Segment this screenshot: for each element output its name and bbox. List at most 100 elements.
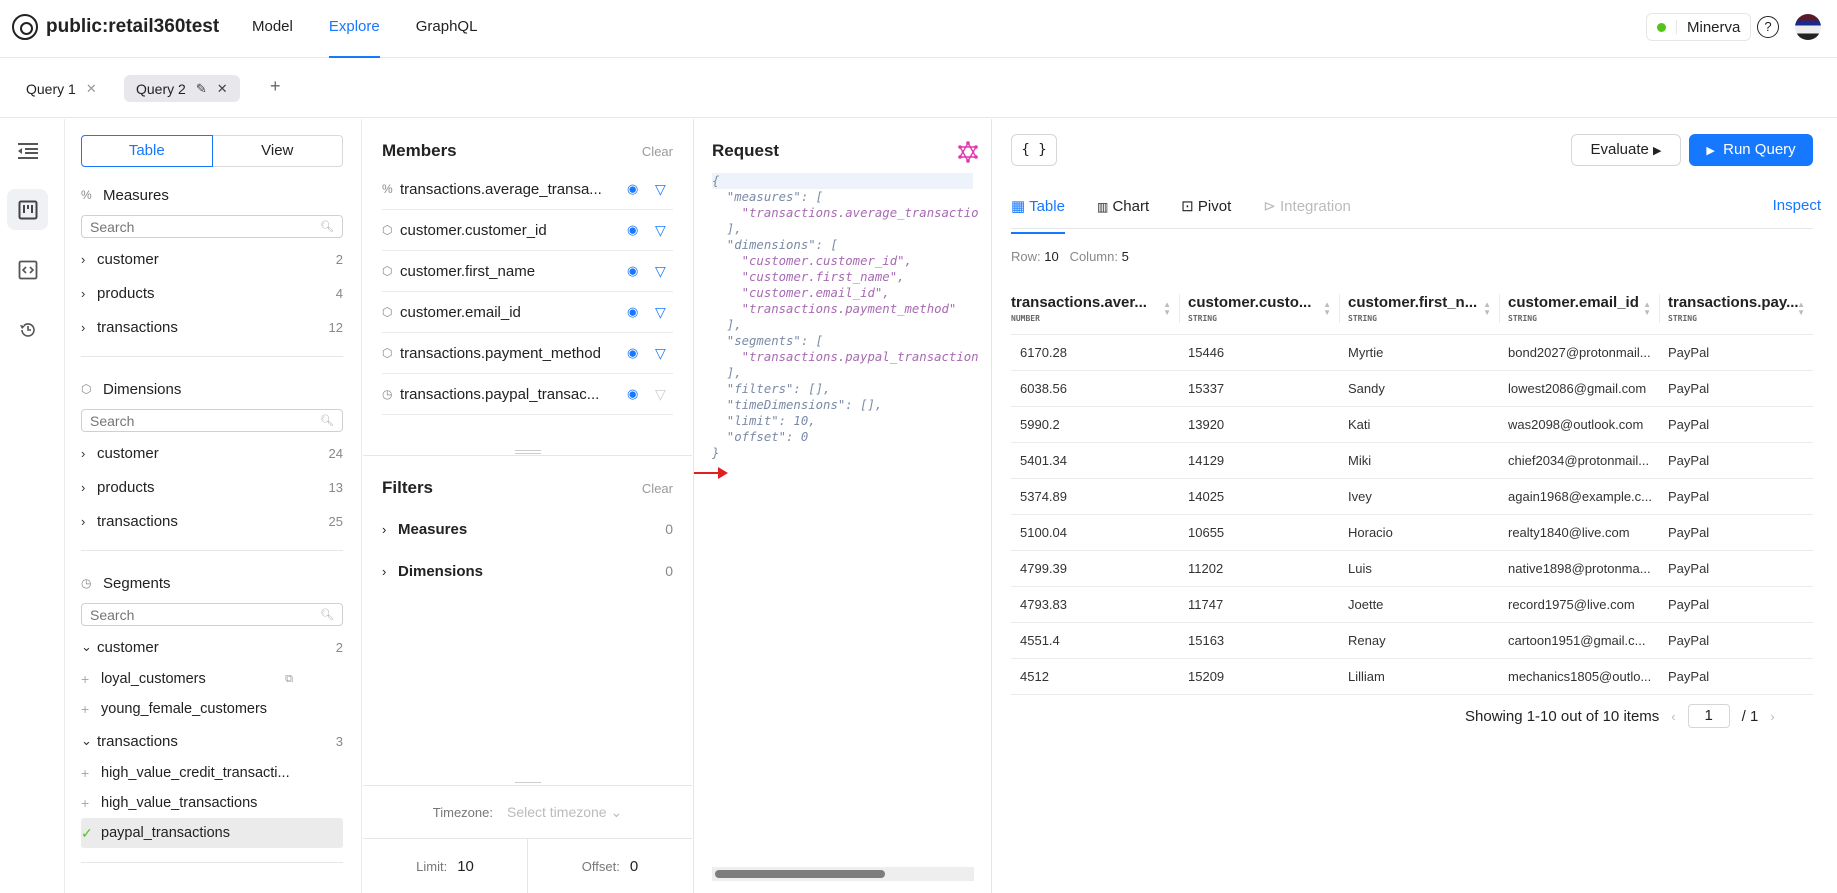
deployment-status[interactable]: Minerva: [1646, 13, 1752, 41]
help-icon[interactable]: ?: [1757, 16, 1779, 38]
page-input[interactable]: 1: [1687, 704, 1730, 728]
horizontal-scrollbar[interactable]: [712, 867, 974, 881]
measure-group-customer[interactable]: › customer 2: [81, 242, 343, 276]
add-tab-button[interactable]: +: [270, 76, 281, 97]
filter-icon[interactable]: ▽: [655, 304, 673, 321]
sort-icon[interactable]: ▲ ▼: [1483, 301, 1491, 317]
limit-field[interactable]: Limit: 10: [363, 839, 528, 893]
tab-table[interactable]: ▦ Table: [1011, 191, 1065, 234]
limit-value[interactable]: 10: [457, 858, 474, 875]
column-header[interactable]: transactions.aver... NUMBER ▲ ▼: [1011, 284, 1179, 335]
eye-icon[interactable]: ◉: [627, 263, 655, 279]
filter-measures-row[interactable]: › Measures 0: [382, 508, 673, 550]
segment-item-selected[interactable]: ✓ paypal_transactions: [81, 818, 343, 848]
members-clear-button[interactable]: Clear: [642, 144, 673, 159]
nav-model[interactable]: Model: [252, 0, 293, 58]
history-icon[interactable]: [7, 309, 48, 350]
segment-group-customer[interactable]: ⌄ customer 2: [81, 630, 343, 664]
scrollbar-thumb[interactable]: [715, 870, 885, 878]
query-tab-2[interactable]: Query 2 ✎ ✕: [124, 75, 240, 102]
timezone-select[interactable]: Select timezone ⌄: [507, 804, 622, 821]
dimension-group-transactions[interactable]: › transactions 25: [81, 504, 343, 538]
filter-icon[interactable]: ▽: [655, 181, 673, 198]
member-row[interactable]: ⬡ customer.customer_id ◉ ▽: [382, 210, 673, 251]
filter-dimensions-row[interactable]: › Dimensions 0: [382, 550, 673, 592]
filter-icon[interactable]: ▽: [655, 222, 673, 239]
toggle-view[interactable]: View: [212, 135, 343, 167]
column-type: STRING: [1668, 314, 1697, 324]
table-row[interactable]: 5100.04 10655 Horacio realty1840@live.com Pa…: [1011, 514, 1813, 551]
column-header[interactable]: customer.email_id STRING ▲ ▼: [1499, 284, 1659, 335]
sort-icon[interactable]: ▲ ▼: [1797, 301, 1805, 317]
segments-search-input[interactable]: [90, 606, 290, 623]
column-header[interactable]: transactions.pay... STRING ▲ ▼: [1659, 284, 1813, 335]
resize-handle[interactable]: [515, 450, 541, 454]
nav-explore[interactable]: Explore: [328, 0, 380, 58]
dimension-group-customer[interactable]: › customer 24: [81, 436, 343, 470]
eye-icon[interactable]: ◉: [627, 345, 655, 361]
table-row[interactable]: 4551.4 15163 Renay cartoon1951@gmail.c... Pa…: [1011, 622, 1813, 659]
sort-icon[interactable]: ▲ ▼: [1323, 301, 1331, 317]
eye-icon[interactable]: ◉: [627, 181, 655, 197]
measure-group-products[interactable]: › products 4: [81, 276, 343, 310]
collapse-sidebar-icon[interactable]: [7, 130, 48, 171]
app-logo[interactable]: public:retail360test: [12, 14, 219, 40]
request-json-code[interactable]: { "measures": [ "transactions.average_tr…: [712, 173, 979, 461]
segment-group-transactions[interactable]: ⌄ transactions 3: [81, 724, 343, 758]
inspect-link[interactable]: Inspect: [1773, 197, 1821, 214]
tab-chart[interactable]: ▥ Chart: [1097, 191, 1149, 228]
explore-builder-icon[interactable]: [7, 189, 48, 230]
member-row[interactable]: ⬡ customer.email_id ◉ ▽: [382, 292, 673, 333]
table-row[interactable]: 4793.83 11747 Joette record1975@live.com Pay…: [1011, 586, 1813, 623]
json-view-button[interactable]: { }: [1011, 134, 1057, 166]
edit-icon[interactable]: ✎: [196, 81, 207, 97]
table-row[interactable]: 5401.34 14129 Miki chief2034@protonmail... P…: [1011, 442, 1813, 479]
avatar[interactable]: [1795, 14, 1821, 40]
offset-field[interactable]: Offset: 0: [528, 839, 692, 893]
column-header[interactable]: customer.first_n... STRING ▲ ▼: [1339, 284, 1499, 335]
offset-value[interactable]: 0: [630, 858, 638, 875]
sort-icon[interactable]: ▲ ▼: [1643, 301, 1651, 317]
copy-icon[interactable]: ⧉: [285, 673, 293, 686]
filter-icon[interactable]: ▽: [655, 263, 673, 280]
next-page-icon[interactable]: ›: [1770, 709, 1774, 724]
close-icon[interactable]: ✕: [217, 81, 228, 97]
member-row[interactable]: ◷ transactions.paypal_transac... ◉ ▽: [382, 374, 673, 415]
member-row[interactable]: % transactions.average_transa... ◉ ▽: [382, 169, 673, 210]
column-header[interactable]: customer.custo... STRING ▲ ▼: [1179, 284, 1339, 335]
run-query-button[interactable]: ▶ Run Query: [1689, 134, 1813, 166]
table-row[interactable]: 6170.28 15446 Myrtie bond2027@protonmail...…: [1011, 334, 1813, 371]
table-row[interactable]: 6038.56 15337 Sandy lowest2086@gmail.com Pay…: [1011, 370, 1813, 407]
member-row[interactable]: ⬡ customer.first_name ◉ ▽: [382, 251, 673, 292]
sort-icon[interactable]: ▲ ▼: [1163, 301, 1171, 317]
evaluate-button[interactable]: Evaluate ▶: [1571, 134, 1681, 166]
table-cell: PayPal: [1659, 622, 1813, 659]
segment-item[interactable]: + high_value_transactions: [81, 788, 343, 818]
query-tab-1[interactable]: Query 1 ✕: [14, 75, 109, 102]
table-row[interactable]: 4799.39 11202 Luis native1898@protonma... Pa…: [1011, 550, 1813, 587]
measures-search-input[interactable]: [90, 218, 290, 235]
dimensions-search-input[interactable]: [90, 412, 290, 429]
code-line: "customer.first_name",: [741, 270, 905, 284]
graphql-icon[interactable]: [957, 141, 979, 169]
member-row[interactable]: ⬡ transactions.payment_method ◉ ▽: [382, 333, 673, 374]
nav-graphql[interactable]: GraphQL: [416, 0, 478, 58]
prev-page-icon[interactable]: ‹: [1671, 709, 1675, 724]
dimension-group-products[interactable]: › products 13: [81, 470, 343, 504]
filters-clear-button[interactable]: Clear: [642, 481, 673, 496]
segment-item[interactable]: + loyal_customers ⧉: [81, 664, 343, 694]
code-editor-icon[interactable]: [7, 249, 48, 290]
eye-icon[interactable]: ◉: [627, 304, 655, 320]
segment-item[interactable]: + young_female_customers: [81, 694, 343, 724]
toggle-table[interactable]: Table: [81, 135, 213, 167]
table-row[interactable]: 5374.89 14025 Ivey again1968@example.c... Pa…: [1011, 478, 1813, 515]
close-icon[interactable]: ✕: [86, 81, 97, 97]
measure-group-transactions[interactable]: › transactions 12: [81, 310, 343, 344]
eye-icon[interactable]: ◉: [627, 386, 655, 402]
table-row[interactable]: 5990.2 13920 Kati was2098@outlook.com PayPal: [1011, 406, 1813, 443]
segment-item[interactable]: + high_value_credit_transacti...: [81, 758, 343, 788]
filter-icon[interactable]: ▽: [655, 345, 673, 362]
table-row[interactable]: 4512 15209 Lilliam mechanics1805@outlo... Pa…: [1011, 658, 1813, 695]
tab-pivot[interactable]: ⊡ Pivot: [1181, 191, 1231, 228]
eye-icon[interactable]: ◉: [627, 222, 655, 238]
